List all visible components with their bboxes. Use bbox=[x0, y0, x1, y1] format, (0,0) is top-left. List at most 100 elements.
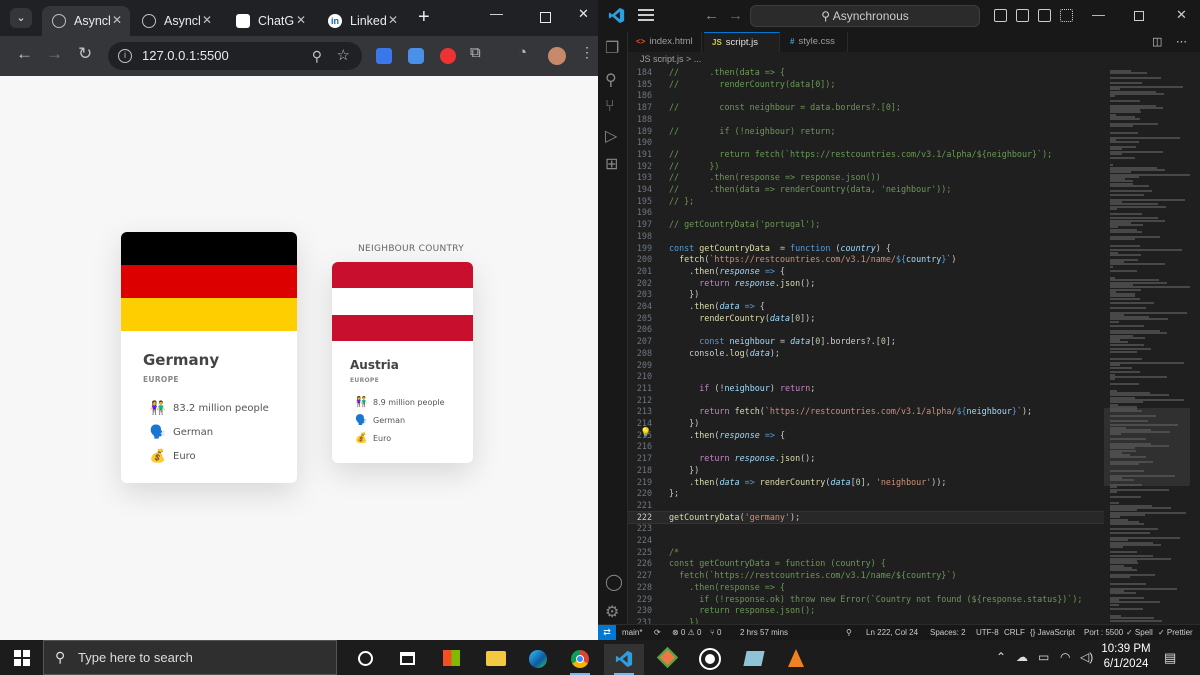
code-line[interactable]: 193 // .then(response => response.json()) bbox=[628, 172, 1104, 184]
close-window-icon[interactable]: ✕ bbox=[1176, 7, 1187, 23]
code-line[interactable]: 217 return response.json(); bbox=[628, 453, 1104, 465]
code-line[interactable]: 196 bbox=[628, 207, 1104, 219]
browser-tab[interactable]: in Linked ✕ bbox=[318, 6, 406, 36]
code-line[interactable]: 203 }) bbox=[628, 289, 1104, 301]
extension-docs-icon[interactable] bbox=[376, 48, 392, 64]
browser-tab[interactable]: Asynchr ✕ bbox=[132, 6, 220, 36]
address-bar[interactable]: i 127.0.0.1:5500 ⚲ ☆ bbox=[108, 42, 362, 70]
zoom-icon[interactable]: ⚲ bbox=[312, 42, 322, 70]
browser-tab[interactable]: ChatGP ✕ bbox=[226, 6, 314, 36]
extensions-icon[interactable]: ⊞ bbox=[605, 154, 618, 174]
wakatime[interactable]: 2 hrs 57 mins bbox=[740, 628, 788, 637]
menu-hamburger-icon[interactable] bbox=[638, 9, 654, 21]
tab-search-dropdown-icon[interactable]: ⌄ bbox=[10, 8, 32, 28]
indentation[interactable]: Spaces: 2 bbox=[930, 628, 966, 637]
close-icon[interactable]: ✕ bbox=[296, 13, 306, 27]
back-icon[interactable]: ← bbox=[16, 44, 33, 64]
code-line[interactable]: 214 }) bbox=[628, 418, 1104, 430]
code-line[interactable]: 227 fetch(`https://restcountries.com/v3.… bbox=[628, 570, 1104, 582]
forward-icon[interactable]: → bbox=[728, 7, 743, 24]
problems-count[interactable]: ⊗ 0 ⚠ 0 bbox=[672, 628, 701, 637]
wifi-icon[interactable]: ◠ bbox=[1060, 650, 1070, 664]
close-icon[interactable]: ✕ bbox=[112, 13, 122, 27]
code-line[interactable]: 226 const getCountryData = function (coun… bbox=[628, 558, 1104, 570]
code-line-current[interactable]: 222 getCountryData('germany'); bbox=[628, 510, 1104, 525]
remote-icon[interactable]: ⇄ bbox=[598, 625, 616, 640]
notifications-icon[interactable]: ▤ bbox=[1164, 650, 1176, 666]
taskbar-search-box[interactable]: ⚲ Type here to search bbox=[43, 640, 337, 675]
prettier-status[interactable]: ✓ Prettier bbox=[1158, 628, 1193, 637]
bookmark-star-icon[interactable]: ☆ bbox=[337, 42, 350, 70]
live-server-port[interactable]: Port : 5500 bbox=[1084, 628, 1123, 637]
ports-count[interactable]: ⑂ 0 bbox=[710, 628, 721, 637]
code-line[interactable]: 230 return response.json(); bbox=[628, 605, 1104, 617]
tray-overflow-icon[interactable]: ⌃ bbox=[996, 650, 1006, 664]
code-line[interactable]: 197 // getCountryData('portugal'); bbox=[628, 219, 1104, 231]
split-editor-icon[interactable]: ◫ bbox=[1152, 35, 1162, 48]
editor-tab-script-js[interactable]: JSscript.js M✕ bbox=[704, 32, 780, 68]
settings-gear-icon[interactable]: ⚙ bbox=[605, 602, 619, 622]
lightbulb-icon[interactable]: 💡 bbox=[640, 427, 651, 438]
performance-icon[interactable]: ◔ bbox=[518, 44, 527, 61]
code-line[interactable]: 211 if (!neighbour) return; bbox=[628, 383, 1104, 395]
code-line[interactable]: 199 const getCountryData = function (coun… bbox=[628, 243, 1104, 255]
cortana-icon[interactable] bbox=[346, 644, 386, 675]
code-line[interactable]: 194 // .then(data => renderCountry(data, … bbox=[628, 184, 1104, 196]
code-line[interactable]: 223 bbox=[628, 523, 1104, 535]
source-control-icon[interactable]: ⑂ bbox=[605, 98, 615, 116]
minimize-icon[interactable]: — bbox=[490, 6, 503, 21]
code-line[interactable]: 206 bbox=[628, 324, 1104, 336]
code-line[interactable]: 210 bbox=[628, 371, 1104, 383]
code-line[interactable]: 186 bbox=[628, 90, 1104, 102]
reload-icon[interactable]: ↻ bbox=[78, 44, 92, 64]
code-line[interactable]: 221 bbox=[628, 500, 1104, 512]
code-line[interactable]: 198 bbox=[628, 231, 1104, 243]
taskbar-clock[interactable]: 10:39 PM 6/1/2024 bbox=[1096, 642, 1156, 672]
cursor-position[interactable]: Ln 222, Col 24 bbox=[866, 628, 918, 637]
code-line[interactable]: 220}; bbox=[628, 488, 1104, 500]
code-line[interactable]: 189 // if (!neighbour) return; bbox=[628, 126, 1104, 138]
code-line[interactable]: 228 .then(response => { bbox=[628, 582, 1104, 594]
maximize-icon[interactable] bbox=[1134, 11, 1144, 21]
code-line[interactable]: 208 console.log(data); bbox=[628, 348, 1104, 360]
breadcrumb[interactable]: JS script.js > ... bbox=[628, 52, 1200, 66]
more-actions-icon[interactable]: ⋯ bbox=[1176, 35, 1187, 48]
code-line[interactable]: 205 renderCountry(data[0]); bbox=[628, 313, 1104, 325]
site-info-icon[interactable]: i bbox=[118, 49, 132, 63]
code-line[interactable]: 212 bbox=[628, 395, 1104, 407]
code-line[interactable]: 215 .then(response => { bbox=[628, 430, 1104, 442]
forward-icon[interactable]: → bbox=[46, 44, 63, 64]
account-icon[interactable]: ◯ bbox=[605, 572, 623, 592]
vscode-taskbar-icon[interactable] bbox=[604, 644, 644, 675]
code-line[interactable]: 191 // return fetch(`https://restcountrie… bbox=[628, 149, 1104, 161]
sync-icon[interactable]: ⟳ bbox=[654, 628, 661, 637]
store-icon[interactable] bbox=[432, 644, 472, 675]
code-line[interactable]: 225 /* bbox=[628, 547, 1104, 559]
editor-tab-style-css[interactable]: # style.css bbox=[782, 32, 848, 52]
editor-tab-index-html[interactable]: <> index.html bbox=[628, 32, 702, 52]
volume-icon[interactable]: ◁) bbox=[1080, 650, 1093, 664]
github-desktop-icon[interactable] bbox=[690, 644, 730, 675]
search-icon[interactable]: ⚲ bbox=[605, 70, 617, 90]
code-line[interactable]: 190 bbox=[628, 137, 1104, 149]
code-line[interactable]: 216 bbox=[628, 441, 1104, 453]
close-window-icon[interactable]: ✕ bbox=[578, 6, 589, 22]
code-line[interactable]: 213 return fetch(`https://restcountries.… bbox=[628, 406, 1104, 418]
encoding[interactable]: UTF-8 bbox=[976, 628, 999, 637]
code-line[interactable]: 200 fetch(`https://restcountries.com/v3.… bbox=[628, 254, 1104, 266]
windows-start-icon[interactable] bbox=[14, 650, 30, 666]
code-editor[interactable]: 184 // .then(data => {185 // renderCountry… bbox=[628, 66, 1104, 624]
task-view-icon[interactable] bbox=[388, 644, 428, 675]
code-line[interactable]: 229 if (!response.ok) throw new Error(`C… bbox=[628, 594, 1104, 606]
back-icon[interactable]: ← bbox=[704, 7, 719, 24]
onedrive-icon[interactable]: ☁ bbox=[1016, 650, 1028, 664]
code-line[interactable]: 224 bbox=[628, 535, 1104, 547]
chrome-icon[interactable] bbox=[560, 644, 600, 675]
code-line[interactable]: 184 // .then(data => { bbox=[628, 67, 1104, 79]
line-endings[interactable]: CRLF bbox=[1004, 628, 1025, 637]
code-line[interactable]: 231 }) bbox=[628, 617, 1104, 624]
edge-icon[interactable] bbox=[518, 644, 558, 675]
minimap[interactable] bbox=[1104, 66, 1200, 624]
customize-layout-icon[interactable] bbox=[1060, 9, 1073, 22]
code-line[interactable]: 219 .then(data => renderCountry(data[0],… bbox=[628, 477, 1104, 489]
